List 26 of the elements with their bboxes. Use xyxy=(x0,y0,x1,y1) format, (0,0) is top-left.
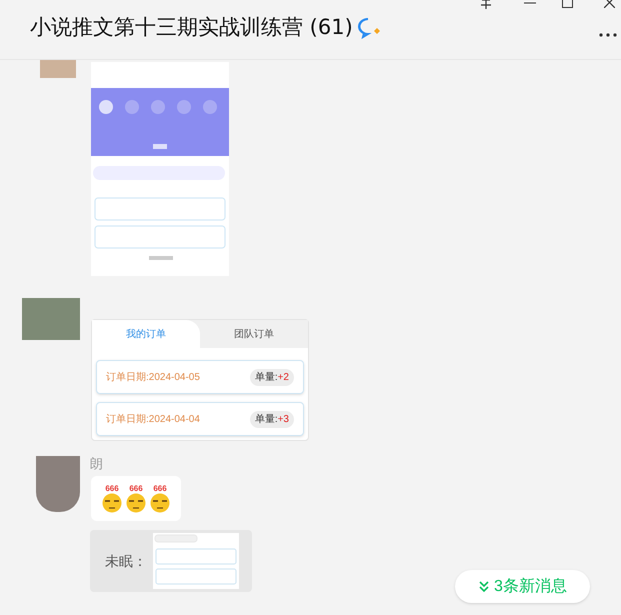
screenshot-image[interactable]: 我的订单 团队订单 订单日期:2024-04-05 单量:+2 订单日期:2024-04-04 单量:+3 xyxy=(91,319,309,441)
order-date: 订单日期:2024-04-04 xyxy=(106,412,200,426)
tab-label: 团队订单 xyxy=(233,328,275,342)
close-icon[interactable] xyxy=(604,0,615,8)
order-date: 订单日期:2024-04-05 xyxy=(106,370,200,384)
maximize-icon[interactable] xyxy=(562,0,573,8)
smirk-emoji-icon xyxy=(101,492,123,512)
minimize-icon[interactable] xyxy=(524,2,536,4)
avatar[interactable] xyxy=(36,456,80,512)
quoted-message[interactable]: 未眠： xyxy=(90,530,252,592)
window-title: 小说推文第十三期实战训练营 (61) xyxy=(30,14,353,41)
smirk-emoji-icon xyxy=(149,492,171,512)
chat-bubble-icon xyxy=(356,16,383,39)
double-chevron-down-icon xyxy=(478,580,490,592)
quoted-sender: 未眠： xyxy=(105,552,147,570)
quantity-badge: 单量:+2 xyxy=(250,368,294,386)
emoji-caption: 666 xyxy=(129,484,143,492)
smirk-emoji-icon xyxy=(125,492,147,512)
tab-label: 我的订单 xyxy=(92,320,200,348)
more-icon[interactable] xyxy=(599,33,617,37)
quantity-badge: 单量:+3 xyxy=(250,410,294,428)
pin-icon[interactable] xyxy=(479,0,493,9)
screenshot-thumbnail-drawing[interactable] xyxy=(91,62,229,276)
emoji-caption: 666 xyxy=(153,484,167,492)
emoji-caption: 666 xyxy=(105,484,119,492)
sender-name: 朗 xyxy=(90,455,103,473)
